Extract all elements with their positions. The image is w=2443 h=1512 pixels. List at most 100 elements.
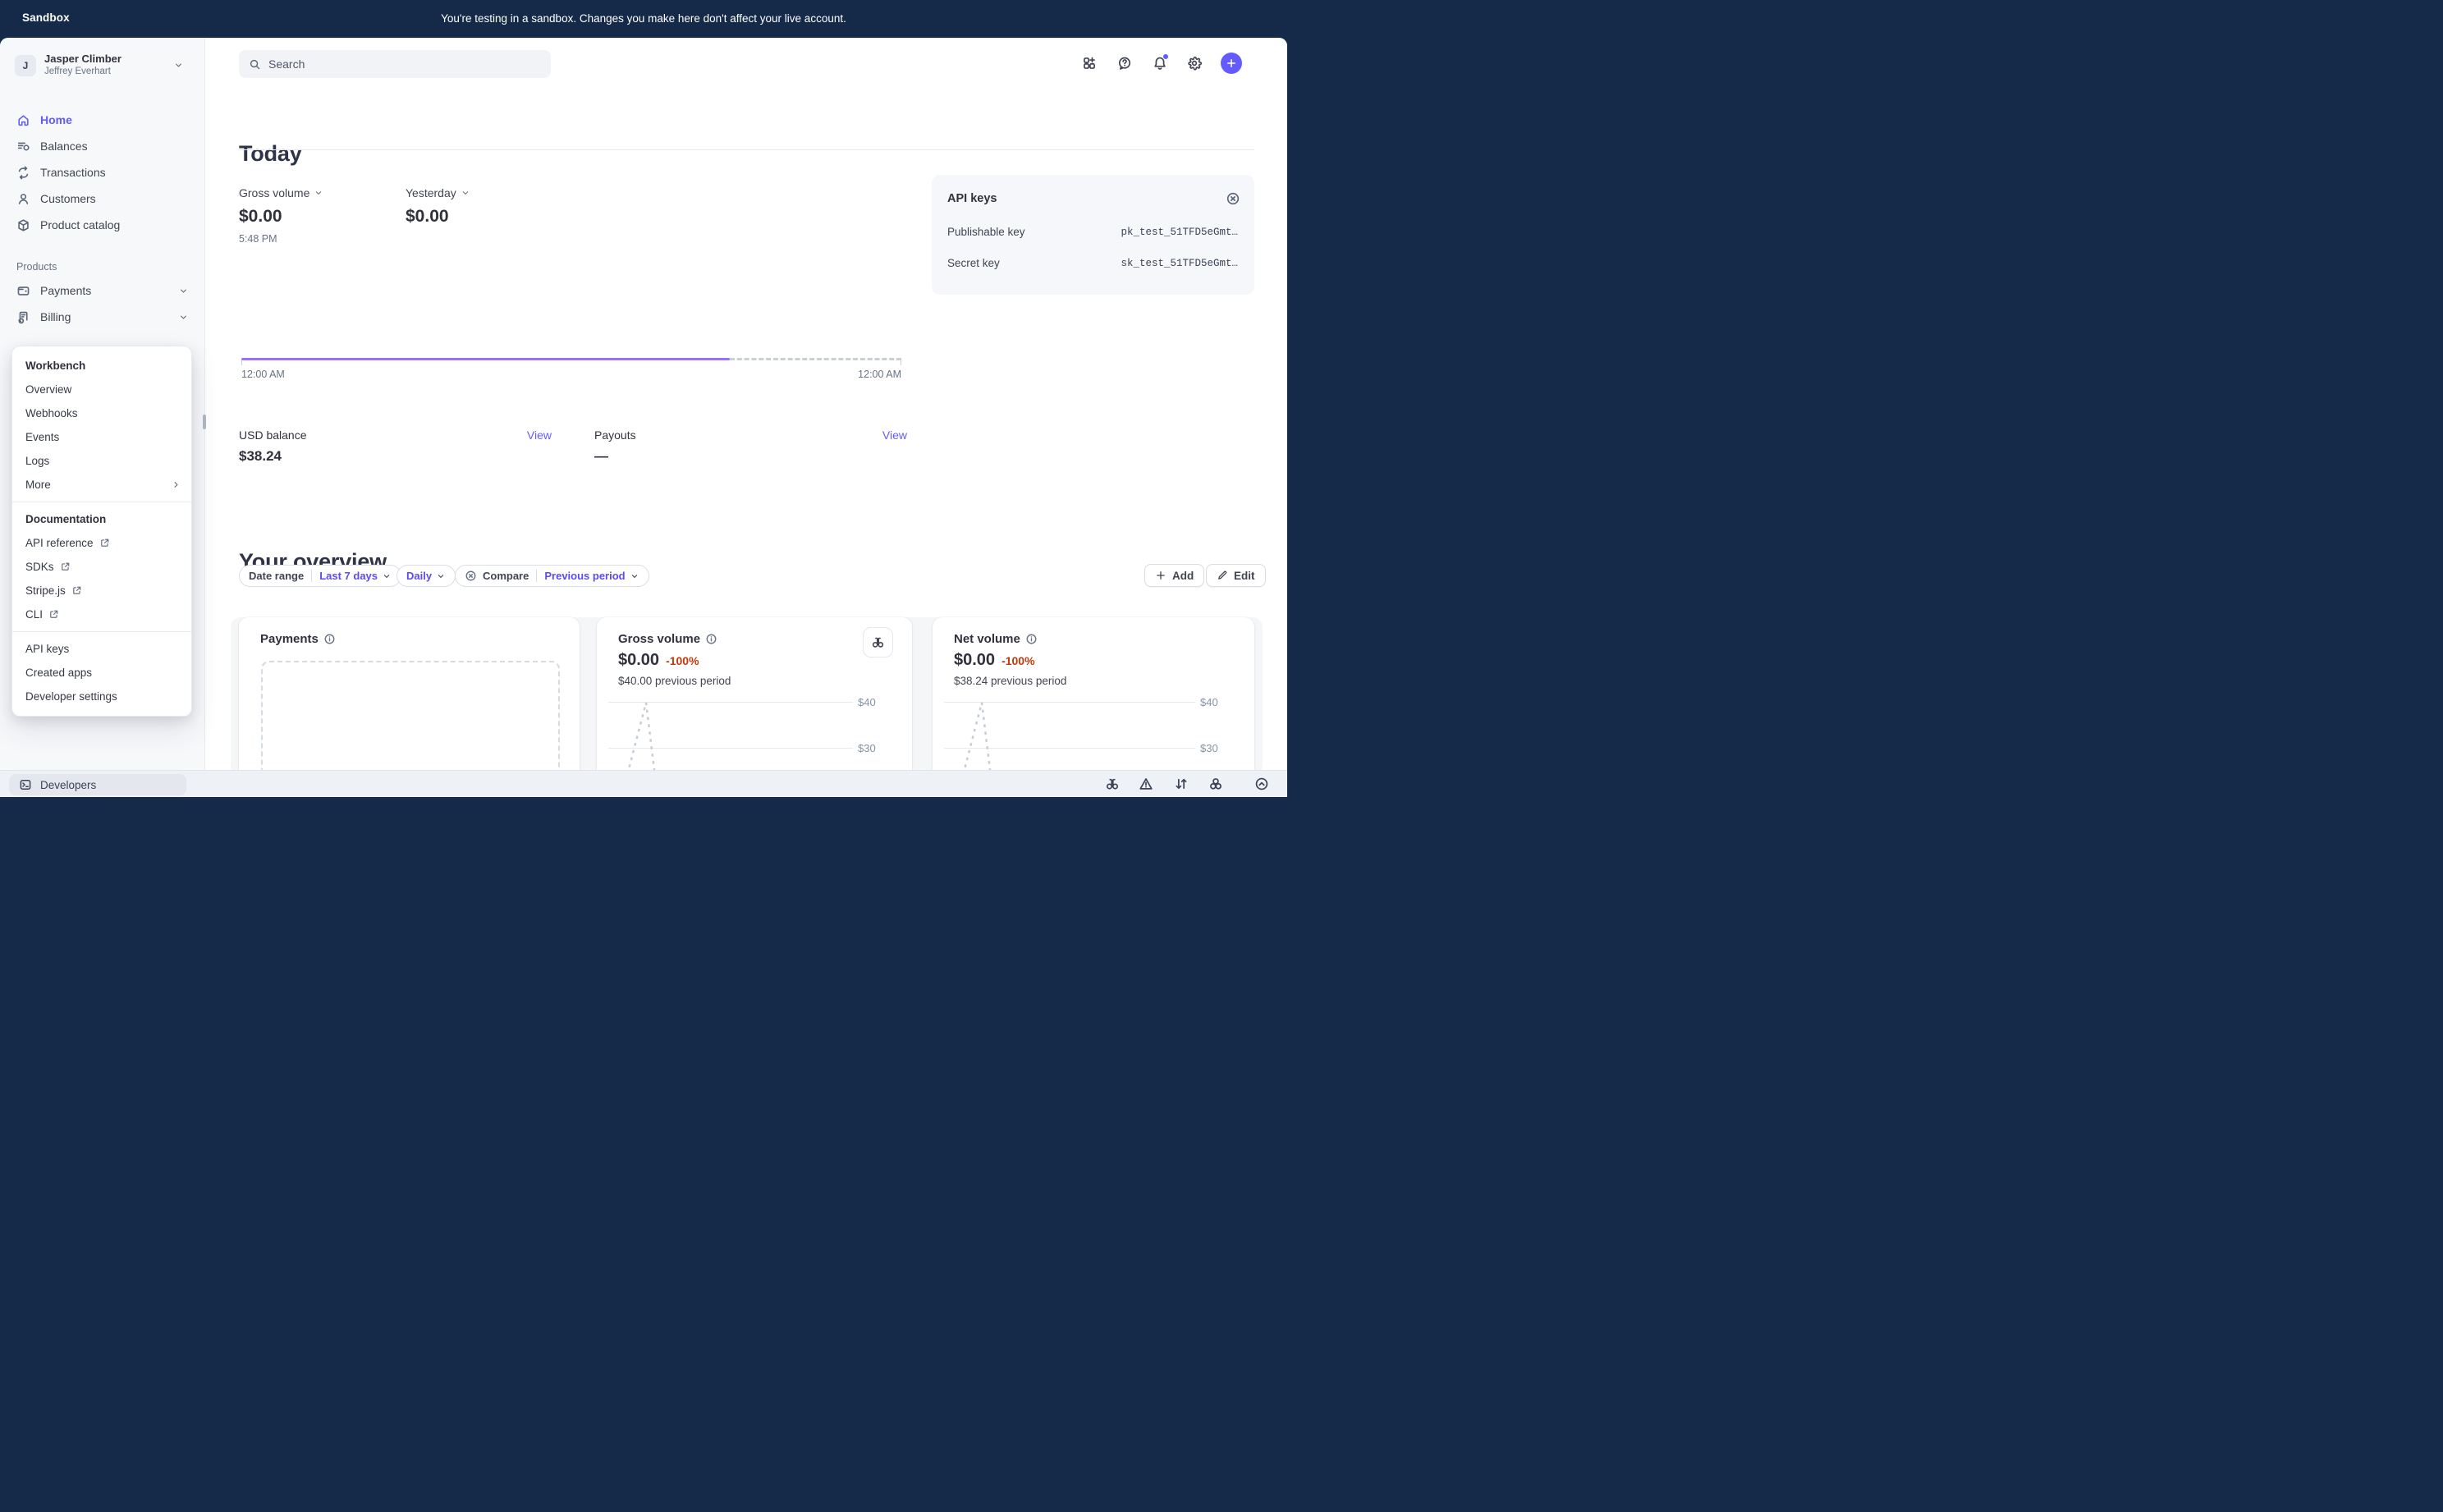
sidebar-item-balances[interactable]: Balances [8,133,197,159]
api-keys-card: API keys Publishable key pk_test_51TFD5e… [932,175,1254,295]
info-icon[interactable] [323,633,336,645]
menu-item-sdks[interactable]: SDKs [12,555,191,579]
gross-volume-previous: $40.00 previous period [618,675,731,687]
sidebar-item-customers[interactable]: Customers [8,186,197,212]
info-icon[interactable] [1025,633,1038,645]
plus-icon [1155,570,1166,581]
today-gross-volume-chart [241,358,901,364]
add-button[interactable]: Add [1144,564,1204,587]
sidebar-item-product-catalog[interactable]: Product catalog [8,212,197,238]
home-icon [16,113,30,127]
publishable-key-value[interactable]: pk_test_51TFD5eGmt… [1121,227,1238,238]
menu-item-webhooks[interactable]: Webhooks [12,401,191,425]
avatar: J [15,55,36,76]
errors-warning-icon[interactable] [1139,777,1153,791]
app-surface: J Jasper Climber Jeffrey Everhart Home B… [0,38,1287,797]
y-tick-30: $30 [1200,742,1236,754]
sidebar-item-transactions[interactable]: Transactions [8,159,197,186]
x-axis-end-label: 12:00 AM [819,369,901,380]
interval-value: Daily [406,570,432,582]
chart-line-remaining [730,358,901,360]
help-icon[interactable] [1117,56,1132,71]
compare-value: Previous period [544,570,625,582]
sidebar-item-payments[interactable]: Payments [8,277,197,304]
payouts-label: Payouts [594,428,636,442]
gross-volume-value: $0.00 [239,207,323,227]
requests-sort-arrows-icon[interactable] [1174,777,1189,791]
sidebar-item-home[interactable]: Home [8,107,197,133]
external-link-icon [99,538,110,548]
create-button[interactable] [1221,53,1242,74]
axis-tick [241,360,242,365]
search-bar[interactable] [239,50,551,78]
chevron-down-icon [178,286,189,296]
info-icon[interactable] [705,633,717,645]
notifications-bell-icon[interactable] [1153,56,1167,71]
payments-card-title: Payments [260,632,336,646]
payouts-header: Payouts View [594,428,907,442]
product-catalog-icon [16,218,30,232]
account-switcher[interactable]: J Jasper Climber Jeffrey Everhart [8,49,195,82]
account-name: Jasper Climber [44,53,121,65]
external-link-icon [71,585,82,596]
yesterday-selector[interactable]: Yesterday [406,186,470,199]
usd-balance-value: $38.24 [239,448,282,465]
sidebar-item-billing[interactable]: Billing [8,304,197,330]
explore-binoculars-button[interactable] [863,627,893,657]
close-icon[interactable] [1226,191,1240,206]
y-tick-40: $40 [1200,696,1236,708]
sidebar-resize-handle[interactable] [203,415,206,429]
date-range-value: Last 7 days [319,570,378,582]
menu-divider [12,631,191,632]
settings-gear-icon[interactable] [1187,56,1202,71]
search-input[interactable] [268,57,541,71]
secret-key-value[interactable]: sk_test_51TFD5eGmt… [1121,258,1238,269]
compare-label: Compare [483,570,529,582]
menu-item-stripejs[interactable]: Stripe.js [12,579,191,603]
sidebar-item-label: Customers [40,192,96,205]
menu-item-events[interactable]: Events [12,425,191,449]
y-tick-40: $40 [858,696,894,708]
customers-icon [16,192,30,206]
payouts-view-link[interactable]: View [882,428,907,442]
menu-item-cli[interactable]: CLI [12,603,191,626]
remove-compare-icon[interactable] [465,570,477,582]
net-volume-delta: -100% [1001,654,1034,667]
net-volume-figures: $0.00 -100% [954,651,1035,670]
expand-panel-icon[interactable] [1254,777,1269,791]
external-link-icon [60,561,71,572]
date-range-filter[interactable]: Date range Last 7 days [239,565,401,587]
net-volume-previous: $38.24 previous period [954,675,1066,687]
menu-item-api-reference[interactable]: API reference [12,531,191,555]
chevron-down-icon [314,188,323,198]
menu-item-overview[interactable]: Overview [12,378,191,401]
menu-item-created-apps[interactable]: Created apps [12,661,191,685]
yesterday-metric: Yesterday $0.00 [406,186,470,227]
usd-balance-label: USD balance [239,428,307,442]
payments-icon [16,284,30,298]
interval-filter[interactable]: Daily [396,565,456,587]
search-icon [249,58,261,71]
menu-item-api-keys[interactable]: API keys [12,637,191,661]
sidebar-nav: Home Balances Transactions Customers Pro… [8,107,197,330]
chevron-down-icon [178,312,189,323]
gross-volume-selector[interactable]: Gross volume [239,186,323,199]
usd-balance-view-link[interactable]: View [527,428,552,442]
transactions-icon [16,166,30,180]
billing-icon [16,310,30,324]
divider [239,149,1254,150]
webhooks-knot-icon[interactable] [1208,777,1223,791]
apps-grid-icon[interactable] [1082,56,1097,71]
edit-button[interactable]: Edit [1206,564,1266,587]
menu-item-more[interactable]: More [12,473,191,497]
gross-volume-time: 5:48 PM [239,233,323,245]
chevron-down-icon [436,571,446,581]
menu-item-logs[interactable]: Logs [12,449,191,473]
explore-binoculars-icon[interactable] [1105,777,1120,791]
today-heading: Today [239,141,302,167]
menu-item-developer-settings[interactable]: Developer settings [12,685,191,708]
compare-filter[interactable]: Compare Previous period [455,565,649,587]
sidebar-item-label: Payments [40,284,91,297]
developers-button[interactable]: Developers [9,774,186,795]
chevron-right-icon [171,479,181,490]
